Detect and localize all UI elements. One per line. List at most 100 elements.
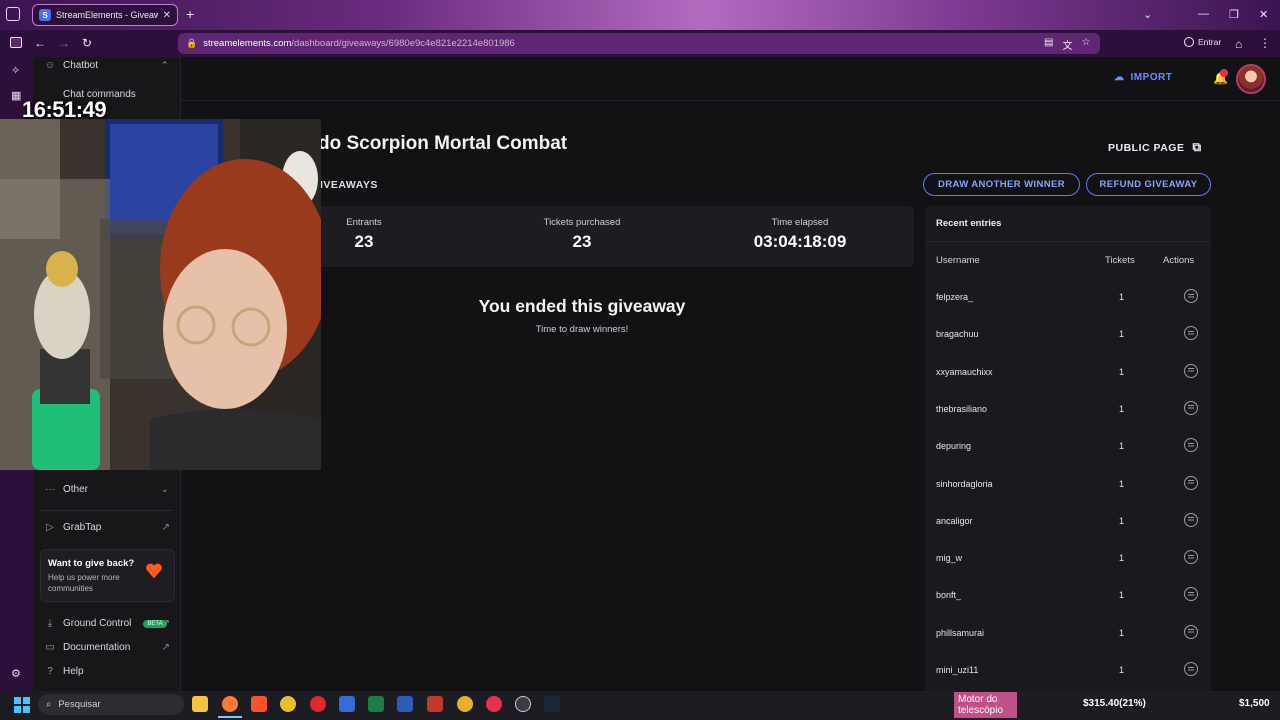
new-tab-icon[interactable]: + xyxy=(186,6,194,22)
import-label: IMPORT xyxy=(1130,72,1173,83)
sidebar-item-help[interactable]: ? Help xyxy=(45,666,83,677)
entry-actions-icon[interactable] xyxy=(1184,400,1198,415)
browser-menu-icon[interactable]: ⋮ xyxy=(1259,36,1271,50)
entry-actions-icon[interactable] xyxy=(1184,550,1198,565)
back-arrow-icon[interactable]: ← xyxy=(34,36,46,50)
stat-value: 03:04:18:09 xyxy=(753,232,847,251)
taskbar-widget[interactable]: Motor do telescópio xyxy=(954,692,1044,718)
table-row: depuring 1 xyxy=(925,428,1211,465)
file-explorer-icon[interactable] xyxy=(192,696,208,712)
entry-actions-icon[interactable] xyxy=(1184,587,1198,602)
browser-tab[interactable]: S StreamElements - Giveaway ✕ xyxy=(32,4,178,26)
entry-actions-icon[interactable] xyxy=(1184,662,1198,676)
search-icon: ⌕ xyxy=(46,699,52,710)
bookmarks-panel-icon[interactable]: ▦ xyxy=(11,89,21,102)
entry-actions-icon[interactable] xyxy=(1184,363,1198,378)
entry-actions-icon[interactable] xyxy=(1184,438,1198,453)
draw-another-winner-button[interactable]: DRAW ANOTHER WINNER xyxy=(923,173,1080,196)
close-tab-icon[interactable]: ✕ xyxy=(163,10,171,21)
header-divider xyxy=(181,100,1280,101)
external-link-icon: ⧉ xyxy=(1192,140,1202,154)
table-row: xxyamauchixx 1 xyxy=(925,354,1211,391)
obs-icon[interactable] xyxy=(515,696,531,712)
sidebar-item-label: Chatbot xyxy=(63,60,99,71)
chrome-icon[interactable] xyxy=(280,696,296,712)
breadcrumb[interactable]: IVEAWAYS xyxy=(320,179,378,191)
word-icon[interactable] xyxy=(397,696,413,712)
profile-icon xyxy=(1184,37,1194,47)
steam-icon[interactable] xyxy=(544,696,560,712)
heart-icon xyxy=(146,563,162,579)
refund-giveaway-button[interactable]: REFUND GIVEAWAY xyxy=(1086,173,1211,196)
ai-sparkle-icon[interactable]: ✧ xyxy=(11,64,20,77)
brave-icon[interactable] xyxy=(251,696,267,712)
public-page-label: PUBLIC PAGE xyxy=(1108,141,1185,154)
entry-tickets: 1 xyxy=(1119,590,1125,601)
sidebar-item-label: Other xyxy=(63,484,89,495)
chrome-profile-icon[interactable] xyxy=(457,696,473,712)
reader-view-icon[interactable]: ▤ xyxy=(1044,37,1053,52)
settings-gear-icon[interactable]: ⚙ xyxy=(11,667,21,680)
external-link-icon: ↗ xyxy=(161,618,170,629)
bookmark-star-icon[interactable]: ☆ xyxy=(1081,37,1090,52)
sidebar-item-chatbot[interactable]: ☺ Chatbot xyxy=(45,60,98,71)
sidebar-item-label: GrabTap xyxy=(63,522,102,533)
avatar[interactable] xyxy=(1236,64,1266,94)
panel-divider xyxy=(925,241,1211,242)
sidebar-item-grabtap[interactable]: ▷ GrabTap xyxy=(45,522,175,533)
address-bar[interactable]: 🔒 streamelements.com/dashboard/giveaways… xyxy=(178,33,1100,54)
sidebar-item-ground-control[interactable]: ⤓ Ground Control BETA xyxy=(45,618,175,629)
translate-icon[interactable]: 文 xyxy=(1062,37,1072,52)
tab-search-chevron-icon[interactable]: ⌄ xyxy=(1143,8,1152,21)
tab-list-icon[interactable] xyxy=(6,7,20,21)
import-button[interactable]: ☁ IMPORT xyxy=(1114,72,1172,83)
minimize-window-icon[interactable]: — xyxy=(1198,8,1209,20)
chatbot-icon: ☺ xyxy=(45,60,56,71)
document-icon: ▭ xyxy=(45,642,55,653)
tab-title: StreamElements - Giveaway xyxy=(56,10,158,20)
download-icon: ⤓ xyxy=(47,618,53,629)
site-info-icon[interactable]: 🔒 xyxy=(186,38,197,49)
reload-icon[interactable]: ↻ xyxy=(82,36,92,50)
public-page-link[interactable]: PUBLIC PAGE ⧉ xyxy=(1108,140,1202,155)
entry-username: depuring xyxy=(936,441,972,452)
sidebar-item-other[interactable]: ··· Other xyxy=(45,484,88,495)
notification-badge xyxy=(1220,69,1228,77)
give-back-text: Help us power more communities xyxy=(48,573,120,593)
stream-clock: 16:51:49 xyxy=(22,97,107,122)
sidebar-item-documentation[interactable]: ▭ Documentation xyxy=(45,642,175,653)
chevron-up-icon[interactable]: ⌃ xyxy=(161,60,169,71)
media-player-icon[interactable] xyxy=(486,696,502,712)
entry-actions-icon[interactable] xyxy=(1184,289,1198,303)
table-row: mig_w 1 xyxy=(925,540,1211,577)
entry-tickets: 1 xyxy=(1119,329,1125,340)
entry-actions-icon[interactable] xyxy=(1184,475,1198,490)
entry-actions-icon[interactable] xyxy=(1184,624,1198,639)
excel-icon[interactable] xyxy=(368,696,384,712)
chevron-down-icon[interactable]: ⌄ xyxy=(161,484,169,495)
firefox-icon[interactable] xyxy=(222,696,238,712)
profile-label: Entrar xyxy=(1198,37,1222,47)
entry-actions-icon[interactable] xyxy=(1184,326,1198,341)
forward-arrow-icon[interactable]: → xyxy=(58,36,70,50)
entry-actions-icon[interactable] xyxy=(1184,512,1198,527)
external-link-icon: ↗ xyxy=(161,522,170,533)
stream-deck-icon[interactable] xyxy=(427,696,443,712)
close-window-icon[interactable]: ✕ xyxy=(1259,8,1268,21)
entry-username: felpzera_ xyxy=(936,292,974,302)
windows-start-icon[interactable] xyxy=(14,697,30,713)
entry-tickets: 1 xyxy=(1119,627,1125,638)
table-row: bragachuu 1 xyxy=(925,316,1211,353)
app-icon[interactable] xyxy=(339,696,355,712)
url-path: /dashboard/giveaways/6980e9c4e821e2214e8… xyxy=(291,38,515,49)
sidebar-divider xyxy=(41,510,173,511)
entry-tickets: 1 xyxy=(1119,515,1125,526)
opera-icon[interactable] xyxy=(310,696,326,712)
profile-button[interactable]: Entrar xyxy=(1184,37,1221,47)
extensions-icon[interactable]: ⌂ xyxy=(1235,37,1242,51)
restore-window-icon[interactable]: ❐ xyxy=(1229,8,1239,21)
taskbar-search[interactable]: ⌕ Pesquisar xyxy=(38,694,184,715)
panel-title: Recent entries xyxy=(936,218,1002,229)
sidebar-toggle-icon[interactable] xyxy=(10,37,22,48)
search-placeholder: Pesquisar xyxy=(58,699,101,710)
